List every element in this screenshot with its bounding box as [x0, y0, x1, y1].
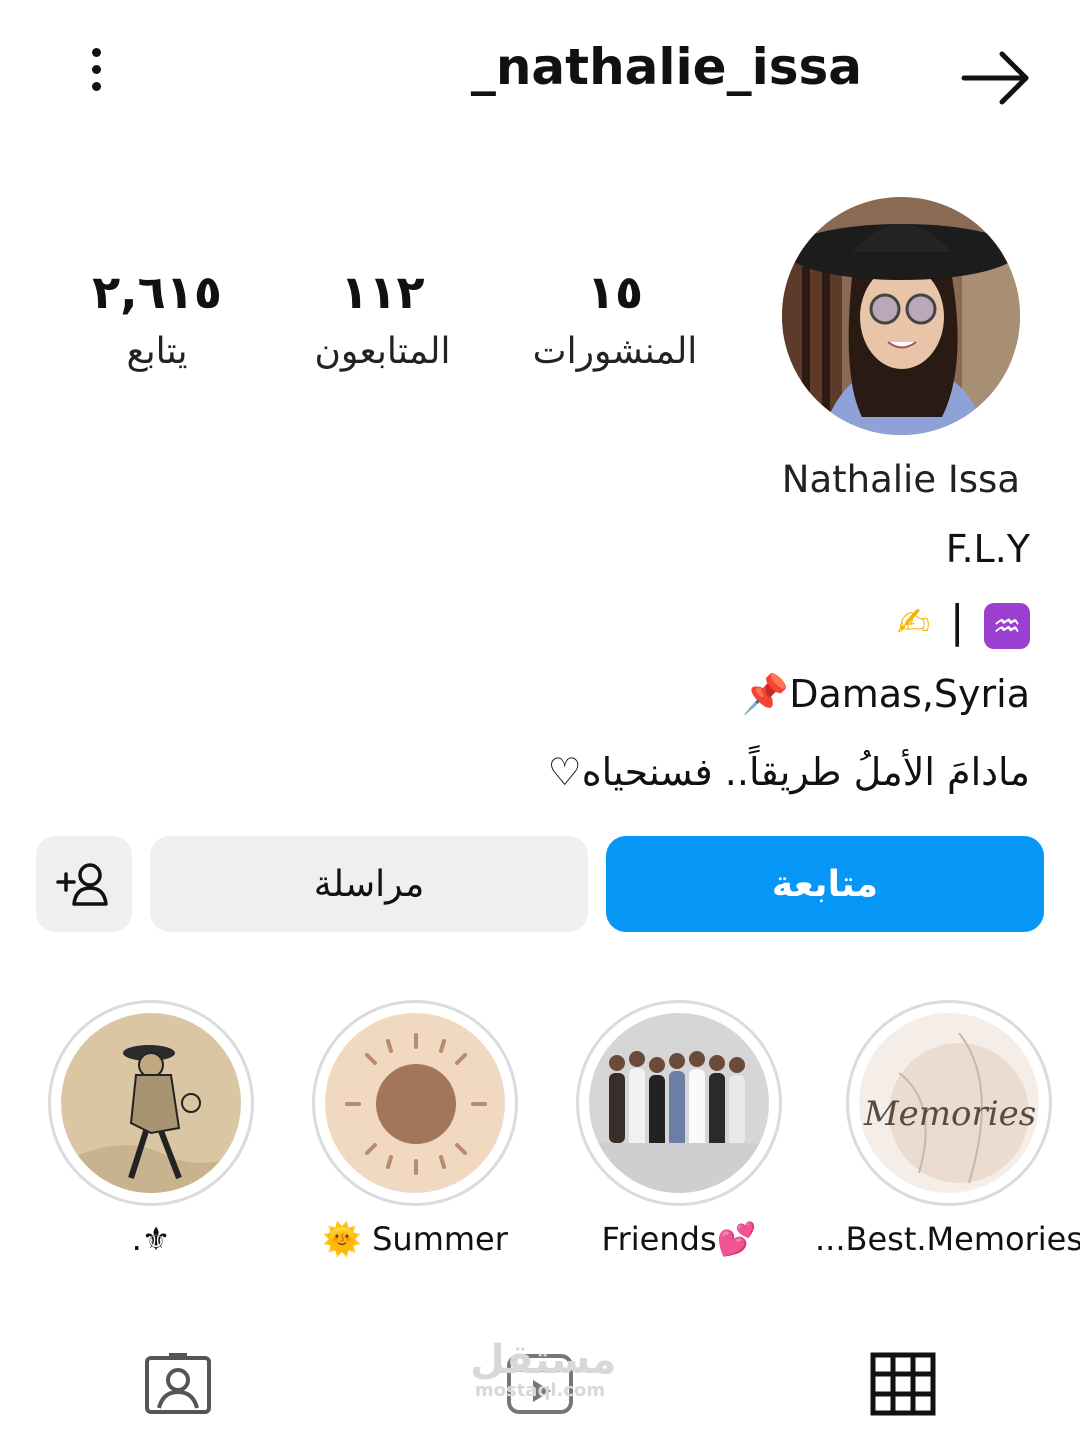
stat-following[interactable]: ٢,٦١٥ يتابع [82, 262, 232, 382]
vertical-dots-icon[interactable] [78, 48, 114, 104]
location-text: Damas,Syria [789, 672, 1030, 716]
following-count: ٢,٦١٥ [92, 265, 222, 319]
highlight-item[interactable]: Memories ...Best.Memories [815, 1000, 1080, 1258]
highlight-cover: Memories [859, 1013, 1039, 1193]
posts-label: المنشورات [532, 331, 698, 372]
followers-label: المتابعون [314, 331, 451, 372]
follow-button[interactable]: متابعة [606, 836, 1044, 932]
memories-text: Memories [863, 1094, 1036, 1134]
username: _nathalie_issa [470, 38, 862, 96]
watermark-main: مستقل [470, 1337, 617, 1383]
add-user-button[interactable] [36, 836, 132, 932]
highlight-label: 🌞 Summer [322, 1220, 508, 1258]
highlight-cover [589, 1013, 769, 1193]
bio-line-2: ✍ | ♒ [897, 596, 1030, 656]
bio-line-1: F.L.Y [945, 527, 1030, 571]
followers-count: ١١٢ [340, 265, 425, 319]
bio-separator: | [949, 596, 965, 647]
writing-hand-emoji: ✍ [896, 600, 931, 646]
display-name: Nathalie Issa [781, 458, 1020, 501]
message-button[interactable]: مراسلة [150, 836, 588, 932]
aquarius-emoji: ♒ [984, 603, 1030, 649]
watermark-sub: mostaql.com [474, 1380, 606, 1401]
following-label: يتابع [126, 331, 188, 372]
arrow-right-icon[interactable] [960, 50, 1032, 106]
tagged-photos-icon[interactable] [143, 1352, 213, 1416]
highlight-item[interactable]: .⚜ [48, 1000, 254, 1258]
bio-location: 📌Damas,Syria [742, 672, 1030, 717]
highlight-label: .⚜ [131, 1220, 171, 1258]
stat-followers[interactable]: ١١٢ المتابعون [300, 262, 465, 382]
highlight-label: ...Best.Memories [815, 1220, 1080, 1258]
watermark: مستقل mostaql.com [470, 1340, 616, 1402]
add-person-icon [56, 863, 108, 906]
highlight-cover [61, 1013, 241, 1193]
highlight-item[interactable]: Friends💕 [576, 1000, 782, 1258]
stat-posts[interactable]: ١٥ المنشورات [520, 262, 710, 382]
highlight-label: Friends💕 [601, 1220, 757, 1258]
top-bar: _nathalie_issa [0, 0, 1080, 150]
highlight-item[interactable]: 🌞 Summer [312, 1000, 518, 1258]
bio-quote: مادامَ الأملُ طريقاً.. فسنحياه♡ [547, 750, 1030, 794]
posts-count: ١٥ [586, 265, 644, 319]
pin-emoji: 📌 [741, 672, 790, 716]
grid-icon[interactable] [868, 1352, 938, 1416]
highlight-cover [325, 1013, 505, 1193]
avatar[interactable] [782, 197, 1020, 435]
